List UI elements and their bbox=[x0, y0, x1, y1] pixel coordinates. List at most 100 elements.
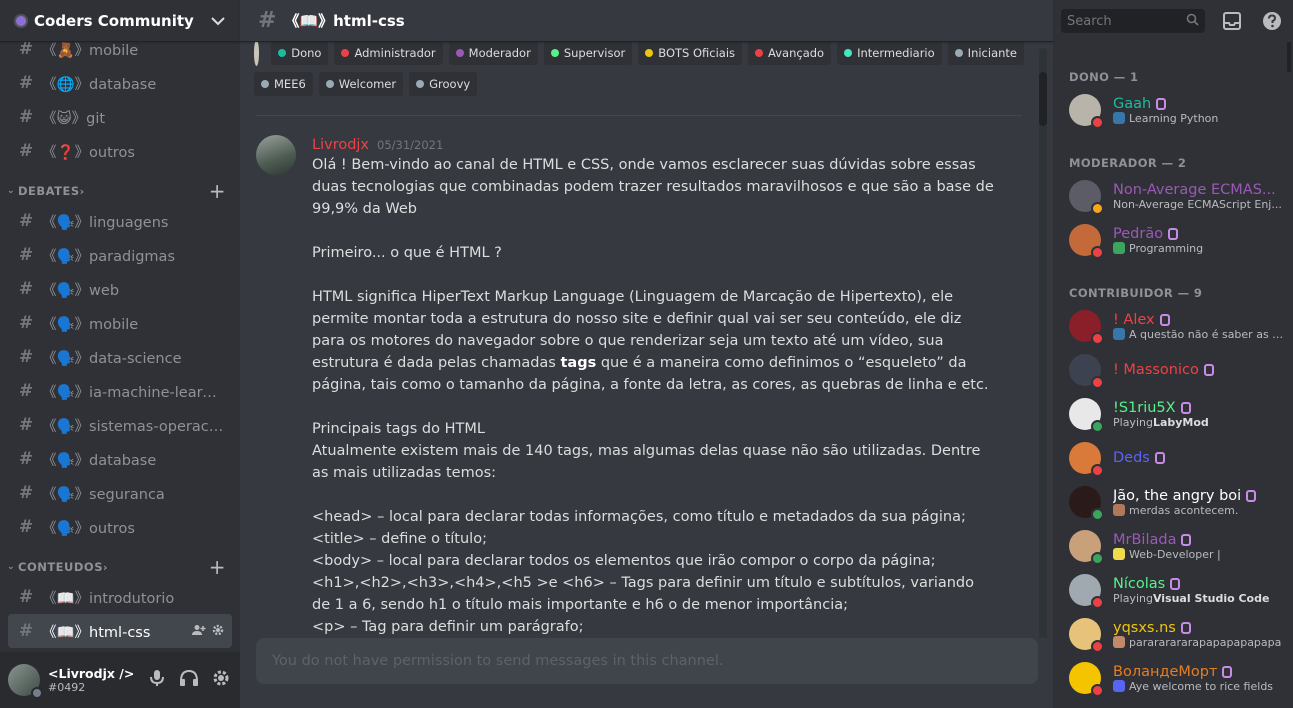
activity-icon bbox=[1113, 328, 1125, 340]
help-icon[interactable] bbox=[1259, 8, 1285, 34]
member-status: Aye welcome to rice fields bbox=[1129, 679, 1274, 693]
nitro-boost-icon bbox=[1180, 401, 1191, 414]
message-line: HTML significa HiperText Markup Language… bbox=[312, 289, 989, 393]
channel-item[interactable]: # 《😺》git bbox=[8, 100, 232, 134]
role-color-dot bbox=[954, 49, 963, 57]
channel-sidebar: Coders Community # 《🧸》mobile # 《🌐》database #… bbox=[0, 0, 240, 708]
member-item[interactable]: Jão, the angry boi merdas acontecem. bbox=[1069, 480, 1285, 524]
text-channel-icon: # bbox=[18, 313, 34, 333]
text-channel-icon: # bbox=[18, 449, 34, 469]
channel-item[interactable]: # 《🗣️》ia-machine-learni... bbox=[8, 374, 232, 408]
member-item[interactable]: !S1riu5X Playing LabyMod bbox=[1069, 392, 1285, 436]
member-name: ! Massonico bbox=[1113, 362, 1199, 378]
settings-gear-icon[interactable] bbox=[210, 669, 232, 692]
role-color-dot bbox=[755, 49, 764, 57]
message-line: <body> – local para declarar todos os el… bbox=[312, 553, 936, 569]
member-item[interactable]: Deds bbox=[1069, 436, 1285, 480]
inbox-icon[interactable] bbox=[1219, 8, 1245, 34]
microphone-icon[interactable] bbox=[146, 669, 168, 692]
channel-item[interactable]: # 《🗣️》paradigmas bbox=[8, 238, 232, 272]
role-color-dot bbox=[325, 80, 334, 88]
activity-icon bbox=[1113, 504, 1125, 516]
server-header[interactable]: Coders Community bbox=[0, 0, 240, 42]
search-placeholder: Search bbox=[1067, 13, 1112, 29]
member-item[interactable]: Non-Average ECMAS... Non-Average ECMAScri… bbox=[1069, 174, 1285, 218]
text-channel-icon: # bbox=[18, 381, 34, 401]
role-label: Groovy bbox=[429, 77, 471, 91]
member-item[interactable]: ! Alex A questão não é saber as li... bbox=[1069, 304, 1285, 348]
nitro-boost-icon bbox=[1203, 364, 1214, 376]
channel-item[interactable]: # 《📖》introdutorio bbox=[8, 580, 232, 614]
create-invite-icon[interactable] bbox=[192, 624, 206, 639]
role-chip: Welcomer bbox=[318, 72, 404, 96]
edit-channel-gear-icon[interactable] bbox=[212, 624, 224, 639]
channel-item[interactable]: # 《📖》html-css bbox=[8, 614, 232, 648]
member-name: Pedrão bbox=[1113, 225, 1164, 242]
chevron-down-icon: ⌄ bbox=[6, 186, 16, 196]
role-label: Moderador bbox=[468, 46, 531, 60]
channel-item[interactable]: # 《🗣️》sistemas-operaci... bbox=[8, 408, 232, 442]
role-chip: BOTS Oficiais bbox=[638, 42, 743, 65]
server-icon bbox=[14, 13, 28, 28]
channel-item[interactable]: # 《❓》outros bbox=[8, 134, 232, 168]
nitro-boost-icon bbox=[1222, 665, 1233, 678]
avatar[interactable] bbox=[8, 664, 43, 699]
status-indicator bbox=[1091, 246, 1104, 259]
activity-icon bbox=[1113, 112, 1125, 124]
channel-item[interactable]: # 《🗣️》linguagens bbox=[8, 204, 232, 238]
role-chip: Avançado bbox=[748, 42, 832, 65]
scrollbar-track[interactable] bbox=[1039, 48, 1047, 648]
status-indicator bbox=[1091, 332, 1104, 345]
bold-text: tags bbox=[560, 355, 597, 371]
member-item[interactable]: ВоландеМорт Aye welcome to rice fields bbox=[1069, 656, 1285, 700]
status-indicator bbox=[1091, 640, 1104, 653]
status-indicator bbox=[1091, 596, 1104, 609]
author-avatar[interactable] bbox=[256, 135, 296, 175]
member-name: Jão, the angry boi bbox=[1113, 487, 1242, 504]
text-channel-icon: # bbox=[18, 517, 34, 537]
member-item[interactable]: Pedrão Programming bbox=[1069, 218, 1285, 262]
member-item[interactable]: MrBilada Web-Developer | bbox=[1069, 524, 1285, 568]
message-author[interactable]: Livrodjx bbox=[312, 137, 369, 153]
create-channel-plus-icon[interactable]: + bbox=[209, 557, 226, 577]
text-channel-icon: # bbox=[18, 587, 34, 607]
category-header[interactable]: ⌄ DEBATES › + bbox=[0, 178, 240, 204]
member-item[interactable]: Nícolas Playing Visual Studio Code bbox=[1069, 568, 1285, 612]
headphones-icon[interactable] bbox=[178, 669, 200, 692]
member-status: parararararapapapapapapa bbox=[1129, 635, 1282, 649]
role-chip: Intermediario bbox=[837, 42, 942, 65]
message-line: <title> – define o título; bbox=[312, 531, 487, 547]
message-input-disabled: You do not have permission to send messa… bbox=[256, 638, 1038, 684]
channel-item[interactable]: # 《🗣️》seguranca bbox=[8, 476, 232, 510]
chevron-down-icon[interactable] bbox=[210, 13, 226, 29]
channel-item[interactable]: # 《🌐》database bbox=[8, 66, 232, 100]
activity-prefix: Playing bbox=[1113, 415, 1153, 429]
create-channel-plus-icon[interactable]: + bbox=[209, 181, 226, 201]
member-name: ВоландеМорт bbox=[1113, 663, 1218, 680]
role-color-dot bbox=[278, 49, 287, 57]
role-label: BOTS Oficiais bbox=[658, 46, 736, 60]
member-status: LabyMod bbox=[1152, 415, 1209, 429]
scrollbar-thumb[interactable] bbox=[1039, 72, 1047, 126]
channel-item[interactable]: # 《🗣️》data-science bbox=[8, 340, 232, 374]
channel-item[interactable]: # 《🗣️》database bbox=[8, 442, 232, 476]
channel-item[interactable]: # 《🗣️》mobile bbox=[8, 306, 232, 340]
member-item[interactable]: ! Massonico bbox=[1069, 348, 1285, 392]
member-name: yqsxs.ns bbox=[1113, 619, 1176, 636]
member-item[interactable]: Gaah Learning Python bbox=[1069, 88, 1285, 132]
channel-item[interactable]: # 《🗣️》outros bbox=[8, 510, 232, 544]
member-status: Learning Python bbox=[1129, 111, 1219, 125]
role-color-dot bbox=[261, 80, 269, 88]
category-header[interactable]: ⌄ CONTEUDOS › + bbox=[0, 554, 240, 580]
member-item[interactable]: yqsxs.ns parararararapapapapapapa bbox=[1069, 612, 1285, 656]
channel-item[interactable]: # 《🗣️》web bbox=[8, 272, 232, 306]
role-label: Avançado bbox=[768, 46, 825, 60]
role-label: Dono bbox=[291, 46, 322, 60]
activity-icon bbox=[1113, 242, 1125, 254]
status-indicator bbox=[1091, 464, 1104, 477]
scrollbar-thumb[interactable] bbox=[1287, 42, 1291, 72]
chat-main: # 《📖》html-css Dono Administrador Moderador… bbox=[240, 0, 1053, 708]
channel-name: 《🗣️》web bbox=[42, 282, 120, 299]
search-input[interactable]: Search bbox=[1061, 9, 1205, 33]
avatar bbox=[1069, 180, 1104, 215]
